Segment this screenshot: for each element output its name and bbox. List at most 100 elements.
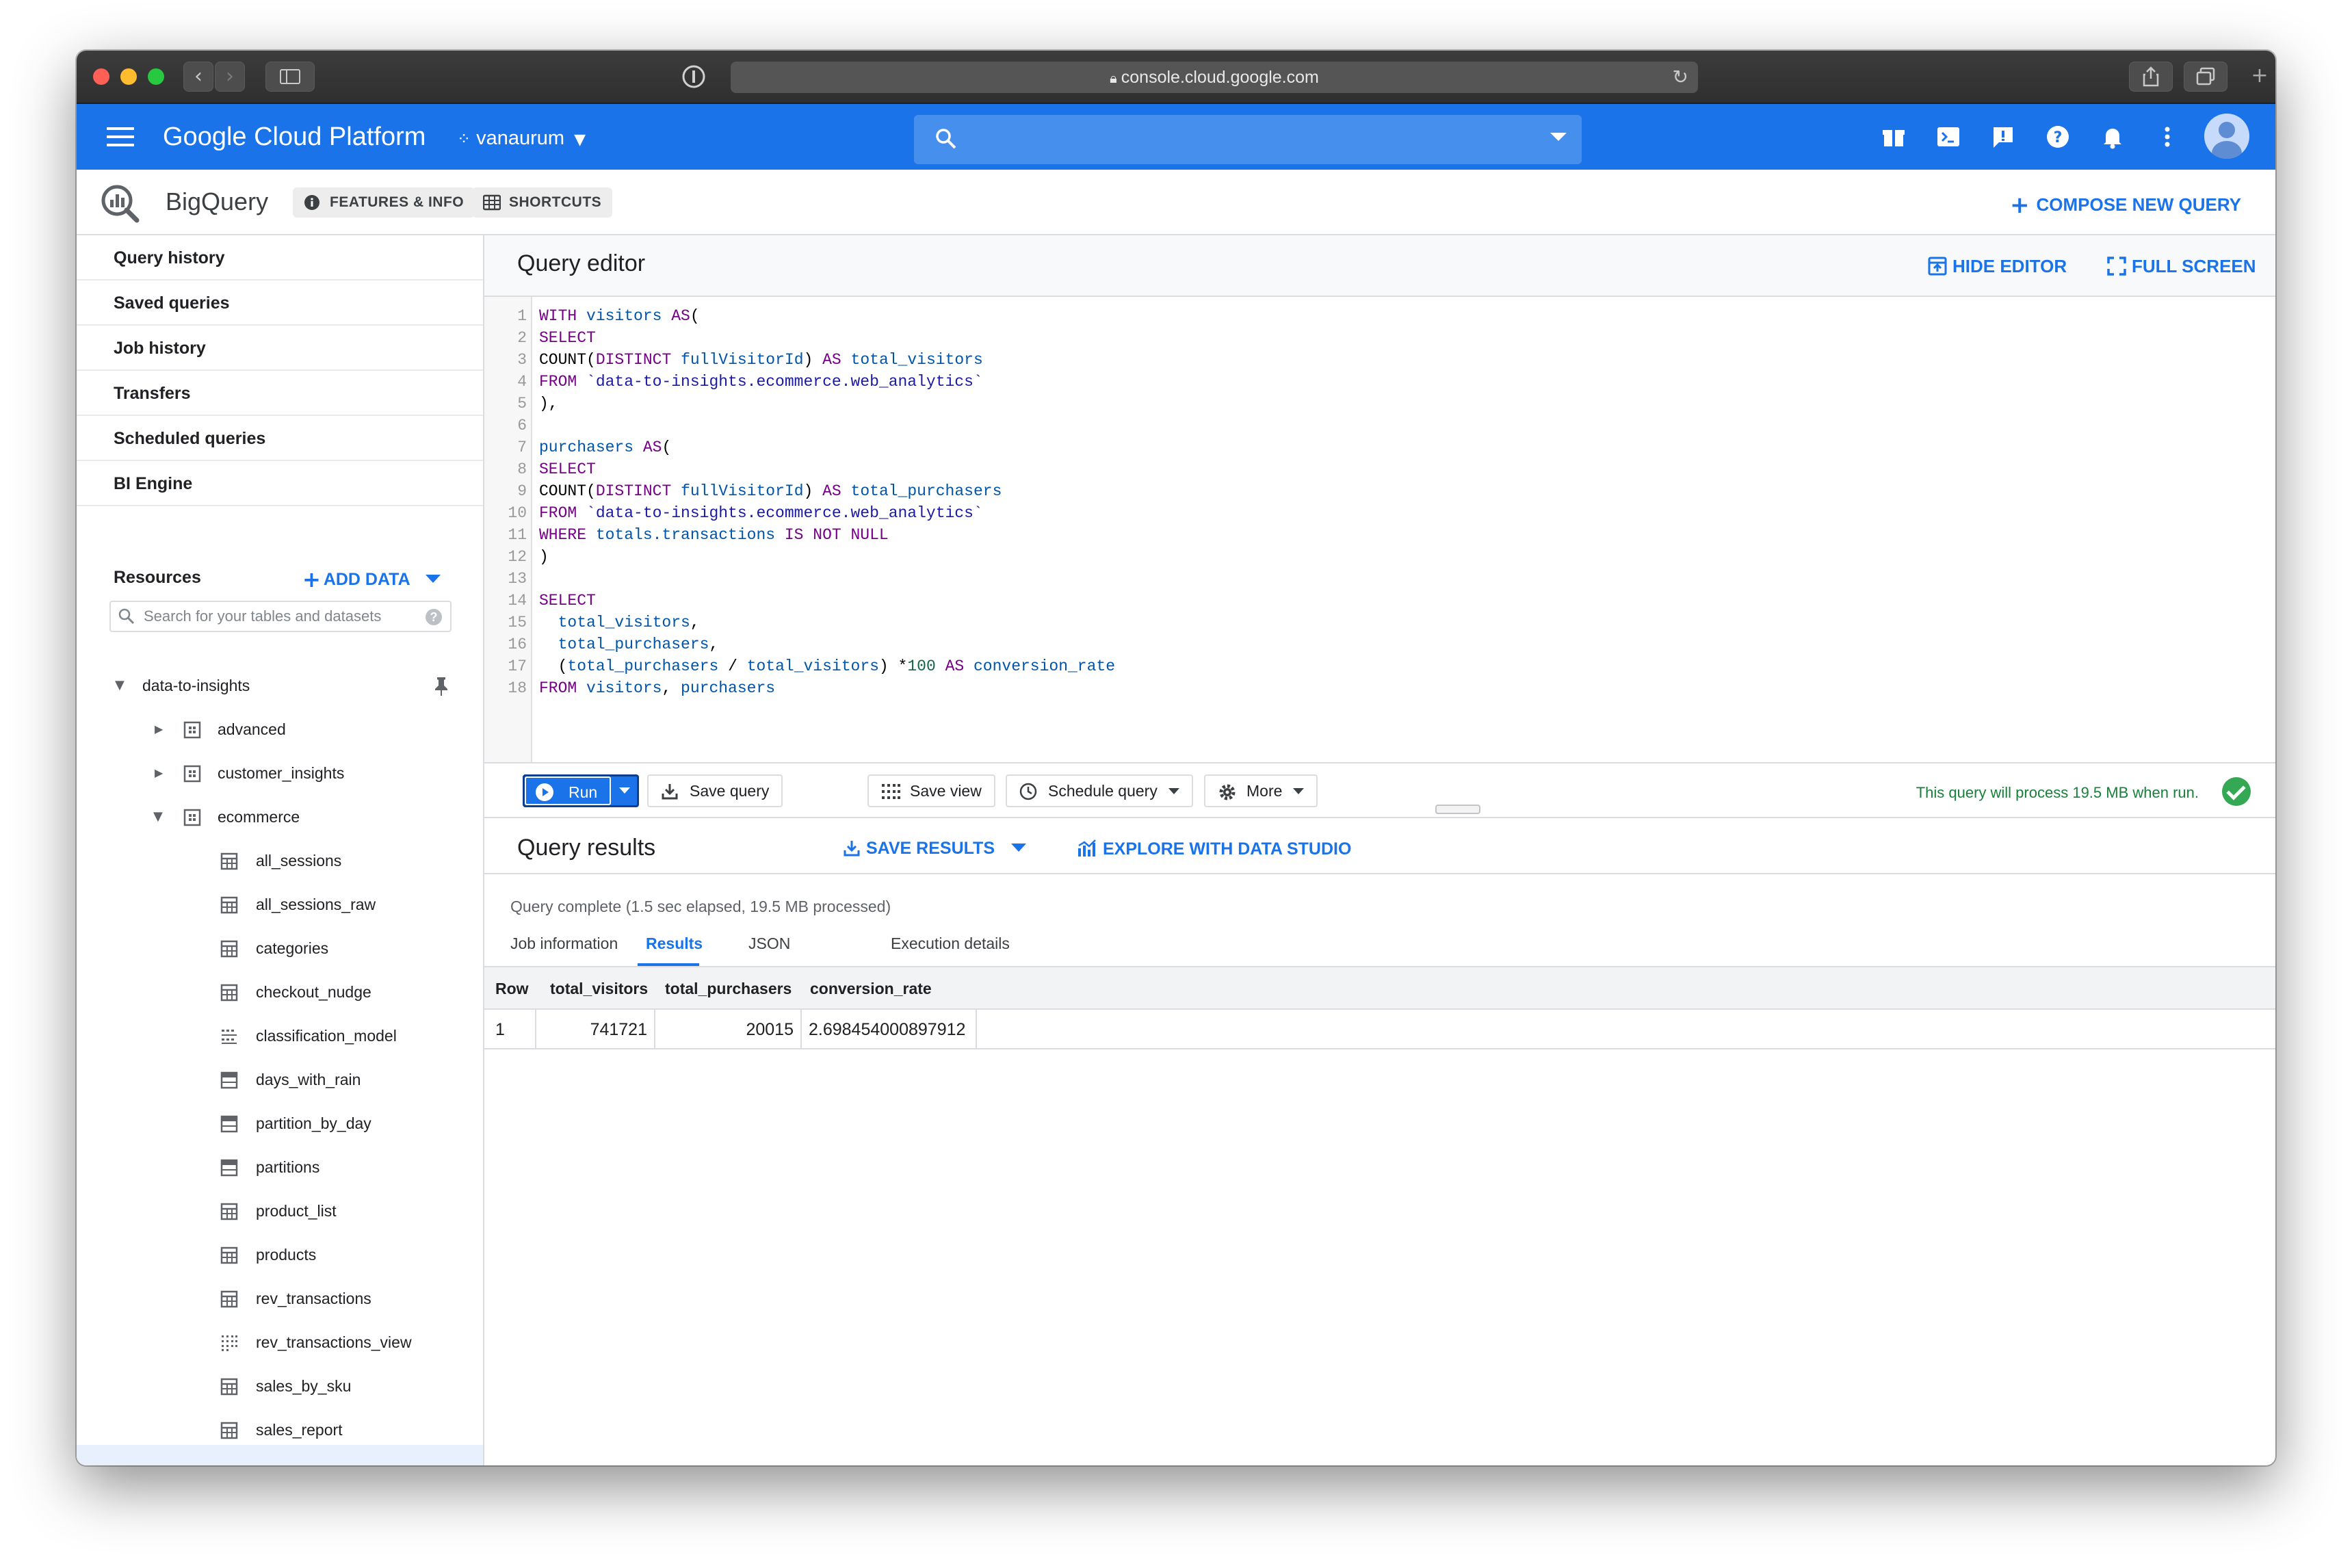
code-token: total_visitors (746, 657, 879, 675)
tree-table[interactable]: partitions (77, 1145, 483, 1189)
tree-table[interactable]: days_with_rain (77, 1058, 483, 1101)
line-number: 15 (508, 614, 527, 631)
analytics-icon (1078, 839, 1096, 857)
hide-editor-button[interactable]: HIDE EDITOR (1928, 256, 2067, 277)
search-dropdown-icon[interactable] (1550, 133, 1567, 141)
minimize-window-button[interactable] (120, 68, 137, 85)
tree-dataset[interactable]: ▶ customer_insights (77, 751, 483, 795)
info-icon (304, 195, 319, 210)
tab-results[interactable]: Results (646, 935, 703, 953)
back-icon[interactable]: ‹ (183, 62, 213, 92)
feedback-icon[interactable] (1989, 123, 2017, 151)
add-data-button[interactable]: + ADD DATA (302, 566, 441, 592)
code-token: visitors (586, 679, 662, 697)
zoom-window-button[interactable] (148, 68, 164, 85)
close-window-button[interactable] (93, 68, 109, 85)
tree-table[interactable]: product_list (77, 1189, 483, 1233)
more-button[interactable]: More (1204, 774, 1318, 807)
pin-icon[interactable] (432, 676, 450, 696)
code-token: WITH (539, 307, 587, 325)
features-info-button[interactable]: FEATURES & INFO (293, 187, 475, 218)
keyboard-icon (483, 194, 501, 211)
page-title: BigQuery (166, 187, 269, 215)
tree-table[interactable]: checkout_nudge (77, 970, 483, 1014)
tree-table[interactable]: all_sessions_raw (77, 883, 483, 926)
code-token: FROM (539, 373, 587, 391)
partitioned-table-icon (220, 1159, 238, 1177)
share-icon[interactable] (2129, 62, 2173, 92)
code-token: FROM (539, 504, 587, 522)
tree-table[interactable]: rev_transactions_view (77, 1320, 483, 1364)
code-token: `data-to-insights.ecommerce.web_analytic… (586, 373, 983, 391)
expand-arrow-icon[interactable]: ▶ (155, 707, 163, 751)
expand-arrow-icon[interactable]: ▶ (155, 751, 163, 795)
project-selector[interactable]: ⁘ vanaurum ▼ (457, 120, 586, 156)
address-bar[interactable]: 🔒︎ console.cloud.google.com ↻ (731, 62, 1698, 93)
table-icon (220, 1290, 238, 1308)
model-icon (222, 1030, 237, 1044)
code-token: WHERE (539, 526, 596, 544)
global-search-input[interactable] (914, 115, 1582, 164)
run-options-dropdown[interactable] (612, 776, 637, 805)
tree-table[interactable]: partition_by_day (77, 1101, 483, 1145)
shortcuts-button[interactable]: SHORTCUTS (472, 187, 613, 218)
project-icon: ⁘ (457, 129, 471, 148)
tree-project[interactable]: ▼ data-to-insights (77, 664, 483, 707)
tab-job-information[interactable]: Job information (510, 935, 618, 953)
run-label: Run (569, 783, 598, 801)
code-text: (total_purchasers / total_visitors) *100… (539, 655, 1115, 677)
tree-table[interactable]: classification_model (77, 1014, 483, 1058)
nav-item-scheduled-queries[interactable]: Scheduled queries (77, 416, 483, 461)
save-view-button[interactable]: Save view (867, 774, 995, 807)
tab-json[interactable]: JSON (748, 935, 790, 953)
tree-table[interactable]: all_sessions (77, 839, 483, 883)
more-vert-icon[interactable] (2154, 123, 2181, 151)
tree-dataset[interactable]: ▼ ecommerce (77, 795, 483, 839)
nav-item-transfers[interactable]: Transfers (77, 371, 483, 416)
forward-icon[interactable]: › (215, 62, 245, 92)
full-screen-button[interactable]: FULL SCREEN (2107, 256, 2256, 277)
account-avatar[interactable] (2204, 114, 2249, 159)
line-number: 10 (508, 504, 527, 522)
tree-table[interactable]: sales_by_sku (77, 1364, 483, 1408)
collapse-arrow-icon[interactable]: ▼ (153, 795, 163, 839)
tree-dataset[interactable]: ▶ advanced (77, 707, 483, 751)
save-results-button[interactable]: SAVE RESULTS (843, 839, 1026, 859)
cloud-shell-icon[interactable] (1935, 123, 1962, 151)
new-tab-icon[interactable]: + (2244, 62, 2275, 92)
tree-table[interactable]: products (77, 1233, 483, 1277)
product-title[interactable]: Google Cloud Platform (163, 119, 426, 155)
help-icon[interactable]: ? (426, 609, 442, 625)
tree-table[interactable]: categories (77, 926, 483, 970)
save-query-button[interactable]: Save query (647, 774, 783, 807)
explore-data-studio-button[interactable]: EXPLORE WITH DATA STUDIO (1077, 839, 1351, 859)
resize-handle[interactable] (1435, 805, 1480, 814)
resources-search-input[interactable]: Search for your tables and datasets ? (109, 601, 452, 632)
nav-item-job-history[interactable]: Job history (77, 326, 483, 371)
code-line: 16 total_purchasers, (484, 633, 2275, 655)
nav-item-bi-engine[interactable]: BI Engine (77, 461, 483, 506)
gear-icon (1219, 784, 1236, 800)
menu-icon[interactable] (107, 127, 134, 146)
privacy-report-icon[interactable] (676, 62, 711, 92)
code-token: ), (539, 395, 558, 413)
schedule-query-button[interactable]: Schedule query (1006, 774, 1193, 807)
tree-table[interactable]: rev_transactions (77, 1277, 483, 1320)
code-token: SELECT (539, 592, 596, 610)
tab-execution-details[interactable]: Execution details (891, 935, 1010, 953)
reload-icon[interactable]: ↻ (1673, 62, 1688, 93)
tab-overview-icon[interactable] (2184, 62, 2227, 92)
run-button[interactable]: Run (525, 776, 611, 805)
code-token: ( (539, 657, 568, 675)
sidebar-toggle-icon[interactable] (265, 62, 315, 92)
gift-icon[interactable] (1880, 123, 1907, 151)
compose-new-query-button[interactable]: + COMPOSE NEW QUERY (2010, 192, 2241, 219)
notifications-icon[interactable] (2099, 123, 2126, 151)
help-icon[interactable]: ? (2044, 123, 2072, 151)
sql-editor[interactable]: 1 WITH visitors AS(2 SELECT 3 COUNT(DISTINCT… (484, 297, 2275, 763)
resources-search-placeholder: Search for your tables and datasets (144, 607, 382, 625)
nav-item-query-history[interactable]: Query history (77, 235, 483, 280)
code-line: 14 SELECT (484, 590, 2275, 612)
expand-arrow-icon[interactable]: ▼ (115, 664, 125, 707)
nav-item-saved-queries[interactable]: Saved queries (77, 280, 483, 326)
